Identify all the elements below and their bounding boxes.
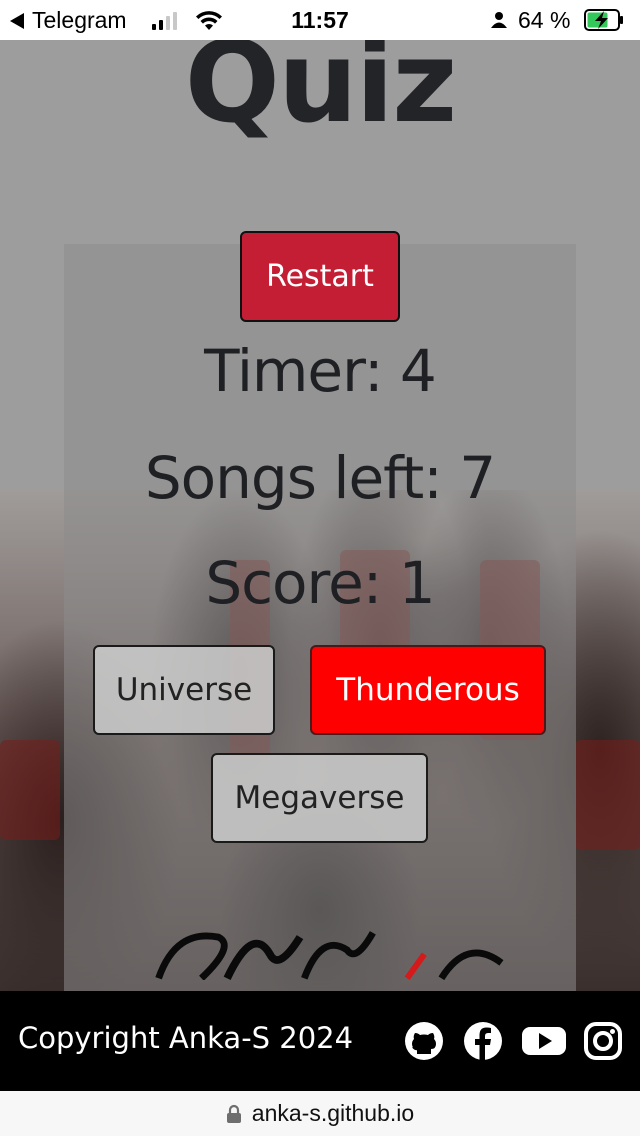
copyright-text: Copyright Anka-S 2024 xyxy=(18,1021,354,1055)
restart-button[interactable]: Restart xyxy=(240,231,400,322)
timer-display: Timer: 4 xyxy=(204,337,437,405)
footer: Copyright Anka-S 2024 xyxy=(0,991,640,1091)
github-icon[interactable] xyxy=(404,1021,444,1061)
url-text: anka-s.github.io xyxy=(251,1100,415,1126)
youtube-icon[interactable] xyxy=(521,1021,567,1061)
answer-button-thunderous[interactable]: Thunderous xyxy=(310,645,546,735)
battery-percent: 64 % xyxy=(518,7,571,33)
instagram-icon[interactable] xyxy=(583,1021,623,1061)
answer-button-megaverse[interactable]: Megaverse xyxy=(211,753,428,843)
answer-button-universe[interactable]: Universe xyxy=(93,645,275,735)
band-logo-signature xyxy=(155,931,504,980)
person-icon xyxy=(491,12,507,28)
facebook-icon[interactable] xyxy=(463,1021,503,1061)
status-bar: Telegram 11:57 64 % xyxy=(0,0,640,40)
address-bar[interactable]: anka-s.github.io xyxy=(0,1091,640,1136)
lock-icon xyxy=(226,1104,241,1123)
quiz-page: Quiz xyxy=(0,40,640,991)
page-title: Quiz xyxy=(184,40,458,148)
battery-charging-icon xyxy=(584,9,623,31)
songs-left-display: Songs left: 7 xyxy=(144,444,496,512)
score-display: Score: 1 xyxy=(205,549,435,617)
